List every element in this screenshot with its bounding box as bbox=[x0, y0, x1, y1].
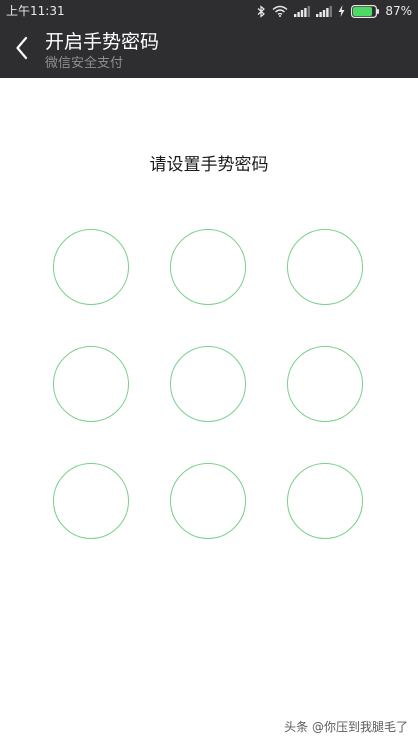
gesture-dot-5[interactable] bbox=[170, 346, 246, 422]
gesture-dot-6[interactable] bbox=[287, 346, 363, 422]
gesture-dot-2[interactable] bbox=[170, 229, 246, 305]
gesture-pattern-grid[interactable] bbox=[0, 0, 418, 745]
gesture-dot-7[interactable] bbox=[53, 463, 129, 539]
gesture-dot-8[interactable] bbox=[170, 463, 246, 539]
gesture-dot-9[interactable] bbox=[287, 463, 363, 539]
gesture-dot-4[interactable] bbox=[53, 346, 129, 422]
screen: 上午11:31 87% 开启手势密码 微信安全支付 请设置手势密码 头条 @你压… bbox=[0, 0, 418, 745]
gesture-dot-1[interactable] bbox=[53, 229, 129, 305]
gesture-dot-3[interactable] bbox=[287, 229, 363, 305]
watermark: 头条 @你压到我腿毛了 bbox=[284, 720, 408, 734]
